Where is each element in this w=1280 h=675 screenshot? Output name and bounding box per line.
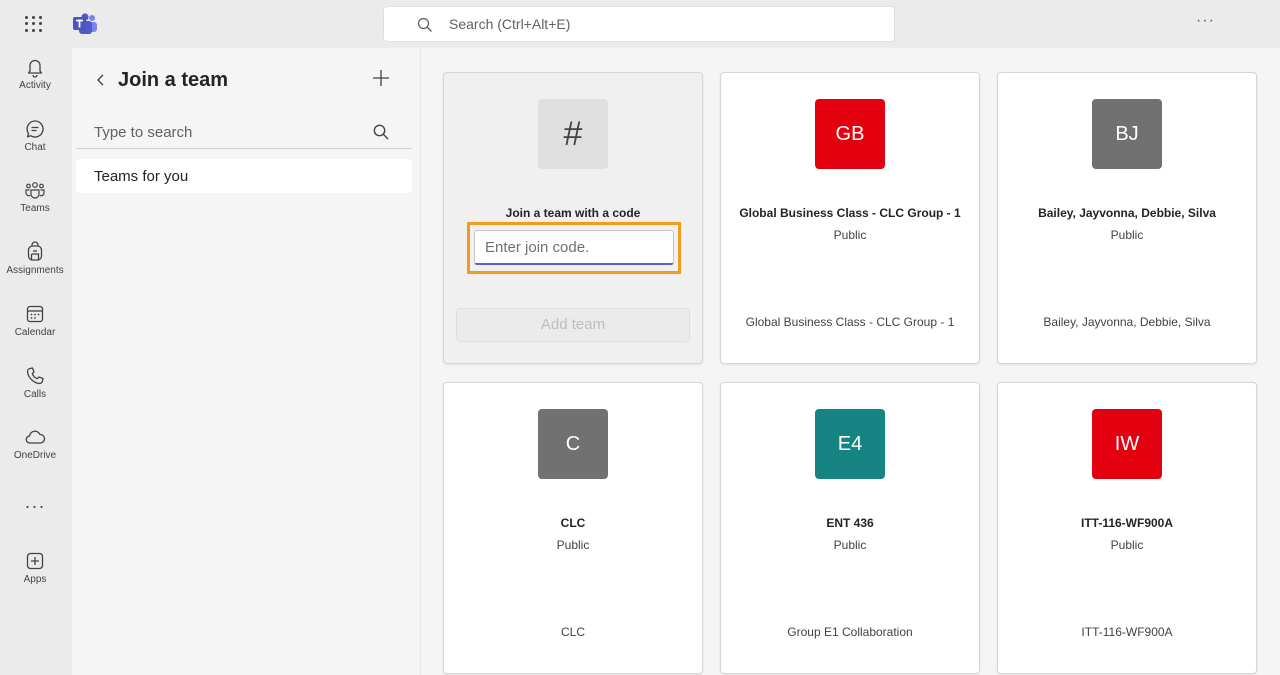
team-search-input[interactable]: Type to search	[76, 117, 412, 149]
team-card[interactable]: GB Global Business Class - CLC Group - 1…	[720, 72, 980, 364]
add-apps-icon	[26, 552, 44, 570]
rail-item-chat[interactable]: Chat	[0, 118, 70, 174]
team-card[interactable]: C CLC Public CLC	[443, 382, 703, 674]
join-code-title: Join a team with a code	[505, 206, 641, 220]
team-name: Bailey, Jayvonna, Debbie, Silva	[1038, 206, 1216, 220]
rail-item-label: Chat	[24, 142, 46, 153]
rail-item-label: Calendar	[14, 327, 56, 338]
rail-more-icon[interactable]: ···	[0, 496, 70, 517]
rail-item-teams[interactable]: Teams	[0, 179, 70, 235]
team-description: ITT-116-WF900A	[1081, 625, 1173, 639]
rail-item-label: Calls	[23, 389, 47, 400]
teams-logo-icon	[73, 13, 97, 34]
rail-item-label: Teams	[20, 203, 50, 214]
team-visibility: Public	[833, 228, 867, 242]
team-name: ENT 436	[826, 516, 874, 530]
bell-icon	[27, 59, 43, 78]
app-rail: Activity Chat Teams Assignments Calendar…	[0, 48, 72, 675]
back-chevron-icon[interactable]	[94, 72, 108, 88]
rail-item-label: Apps	[23, 574, 47, 585]
join-with-code-card: # Join a team with a code Add team	[443, 72, 703, 364]
app-launcher-icon[interactable]	[22, 12, 46, 36]
list-item-label: Teams for you	[94, 168, 189, 185]
team-visibility: Public	[556, 538, 590, 552]
team-card[interactable]: BJ Bailey, Jayvonna, Debbie, Silva Publi…	[997, 72, 1257, 364]
team-description: CLC	[560, 625, 585, 639]
rail-item-assignments[interactable]: Assignments	[0, 241, 70, 297]
calendar-icon	[26, 305, 44, 323]
global-search-placeholder: Search (Ctrl+Alt+E)	[449, 16, 571, 32]
page-title: Join a team	[118, 69, 229, 91]
create-team-plus-icon[interactable]	[371, 68, 391, 88]
top-bar: Search (Ctrl+Alt+E) ···	[0, 0, 1280, 48]
team-name: CLC	[560, 516, 586, 530]
team-card[interactable]: IW ITT-116-WF900A Public ITT-116-WF900A	[997, 382, 1257, 674]
chat-icon	[26, 120, 44, 138]
team-description: Global Business Class - CLC Group - 1	[745, 315, 955, 329]
teams-for-you-item[interactable]: Teams for you	[76, 159, 412, 193]
rail-item-onedrive[interactable]: OneDrive	[0, 426, 70, 482]
team-search-placeholder: Type to search	[94, 124, 193, 141]
team-visibility: Public	[1110, 228, 1144, 242]
team-card[interactable]: E4 ENT 436 Public Group E1 Collaboration	[720, 382, 980, 674]
team-visibility: Public	[833, 538, 867, 552]
join-code-input[interactable]	[474, 230, 674, 265]
team-avatar: E4	[815, 409, 885, 479]
team-avatar: GB	[815, 99, 885, 169]
rail-item-apps[interactable]: Apps	[0, 550, 70, 606]
rail-item-label: Assignments	[6, 265, 64, 276]
global-search-box[interactable]: Search (Ctrl+Alt+E)	[383, 6, 895, 42]
team-description: Bailey, Jayvonna, Debbie, Silva	[1043, 315, 1211, 329]
join-code-highlight	[467, 222, 681, 274]
team-visibility: Public	[1110, 538, 1144, 552]
more-options-icon[interactable]: ···	[1196, 12, 1215, 30]
rail-item-calls[interactable]: Calls	[0, 365, 70, 421]
cloud-icon	[25, 430, 46, 444]
join-team-panel: Join a team Type to search Teams for you	[72, 48, 421, 675]
teams-grid: # Join a team with a code Add team GB Gl…	[422, 48, 1280, 675]
team-description: Group E1 Collaboration	[787, 625, 913, 639]
team-name: Global Business Class - CLC Group - 1	[739, 206, 961, 220]
team-avatar: IW	[1092, 409, 1162, 479]
backpack-icon	[27, 241, 43, 261]
hashtag-icon: #	[538, 99, 608, 169]
team-avatar: C	[538, 409, 608, 479]
rail-item-label: Activity	[19, 80, 51, 91]
teams-icon	[25, 182, 45, 199]
add-team-button[interactable]: Add team	[456, 308, 690, 342]
search-icon	[417, 17, 432, 32]
rail-item-calendar[interactable]: Calendar	[0, 303, 70, 359]
rail-item-activity[interactable]: Activity	[0, 56, 70, 112]
search-icon[interactable]	[372, 123, 390, 141]
rail-item-label: OneDrive	[13, 450, 57, 461]
phone-icon	[26, 367, 44, 385]
team-name: ITT-116-WF900A	[1080, 516, 1174, 530]
team-avatar: BJ	[1092, 99, 1162, 169]
